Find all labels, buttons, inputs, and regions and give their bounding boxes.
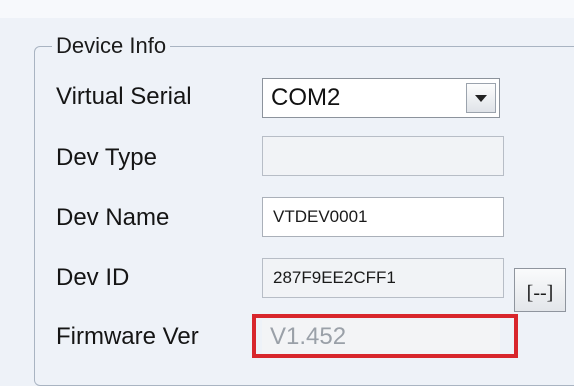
window-top-strip [0,0,574,18]
chevron-down-icon [475,94,487,102]
dev-id-field[interactable]: 287F9EE2CFF1 [262,258,504,298]
firmware-ver-highlight [252,314,518,358]
virtual-serial-dropdown-button[interactable] [466,83,496,113]
virtual-serial-select[interactable]: COM2 [262,78,500,118]
virtual-serial-value: COM2 [271,84,341,111]
firmware-ver-label: Firmware Ver [56,323,199,350]
dev-id-label: Dev ID [56,264,130,291]
dev-id-button[interactable]: [--] [514,268,566,312]
dev-name-input[interactable]: VTDEV0001 [262,197,504,237]
dev-type-label: Dev Type [56,144,157,171]
dev-type-field[interactable] [262,136,504,176]
device-info-title: Device Info [52,33,171,59]
dev-name-label: Dev Name [56,204,170,231]
virtual-serial-label: Virtual Serial [56,83,192,110]
